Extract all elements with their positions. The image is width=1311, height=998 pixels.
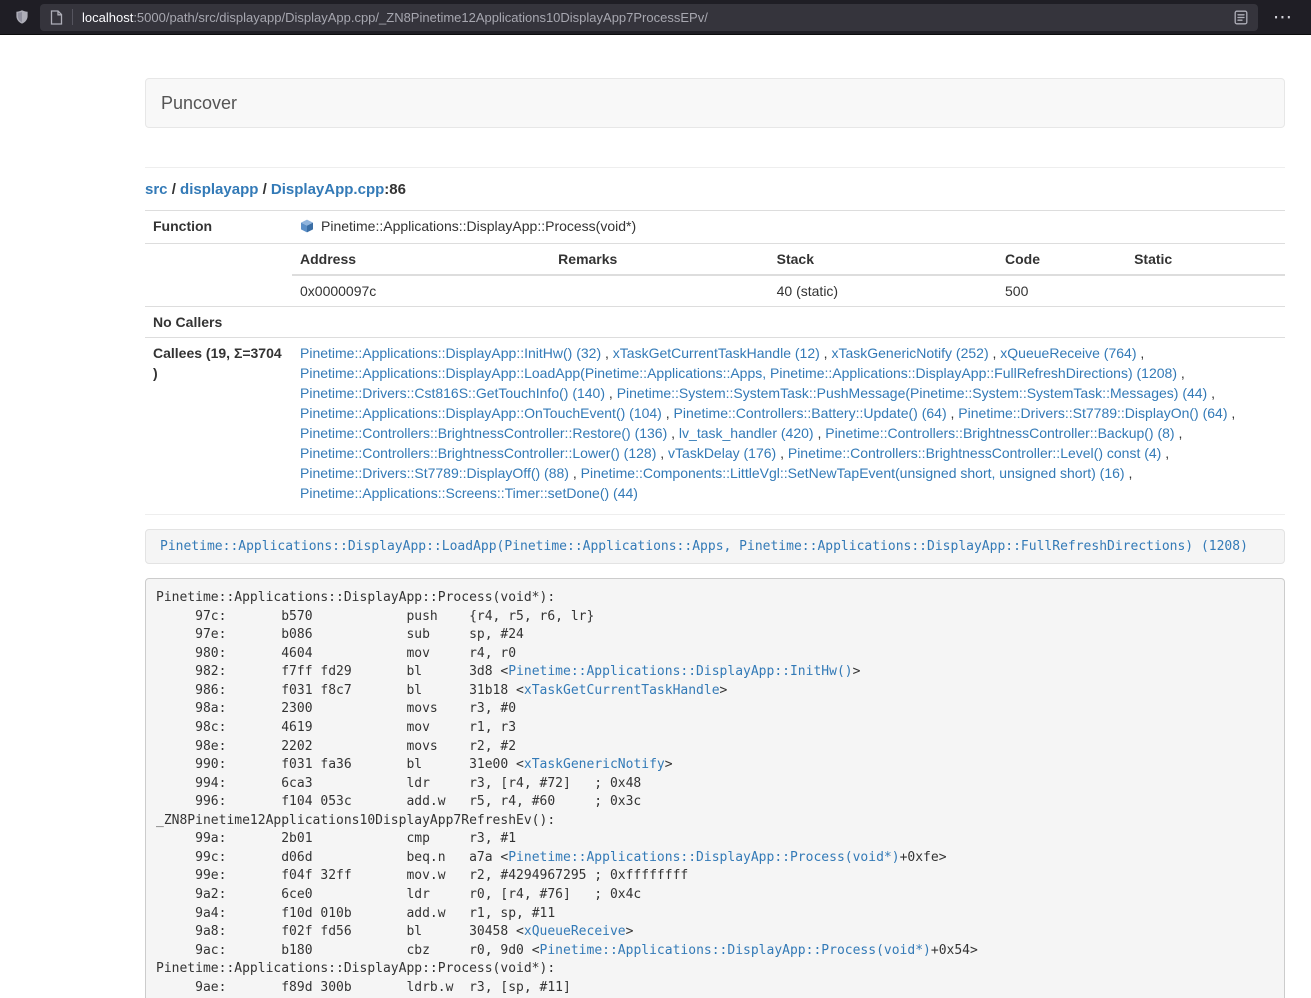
identity-separator bbox=[72, 9, 73, 25]
url-host: localhost bbox=[82, 10, 133, 25]
callee-link[interactable]: Pinetime::Applications::DisplayApp::OnTo… bbox=[300, 405, 662, 421]
callee-link[interactable]: xQueueReceive (764) bbox=[1000, 345, 1136, 361]
code-value: 500 bbox=[997, 275, 1126, 306]
breadcrumb-link[interactable]: src bbox=[145, 181, 168, 198]
overflow-menu-icon[interactable]: ⋯ bbox=[1268, 8, 1297, 27]
divider bbox=[145, 514, 1285, 515]
callees-label: Callees (19, Σ=3704 ) bbox=[145, 338, 292, 509]
column-header-static: Static bbox=[1126, 244, 1285, 275]
breadcrumb-line-number: :86 bbox=[384, 181, 406, 198]
code-symbol-link[interactable]: Pinetime::Applications::DisplayApp::Proc… bbox=[540, 943, 931, 958]
breadcrumb: src / displayapp / DisplayApp.cpp:86 bbox=[145, 181, 1285, 199]
no-callers-label: No Callers bbox=[145, 307, 292, 338]
main-content: Puncover src / displayapp / DisplayApp.c… bbox=[145, 78, 1285, 998]
disassembly-listing: Pinetime::Applications::DisplayApp::Proc… bbox=[145, 578, 1285, 998]
function-cube-icon bbox=[300, 218, 314, 238]
url-bar[interactable]: localhost:5000/path/src/displayapp/Displ… bbox=[40, 4, 1258, 31]
static-value bbox=[1126, 275, 1285, 306]
stack-value: 40 (static) bbox=[769, 275, 997, 306]
highlight-symbol-link[interactable]: Pinetime::Applications::DisplayApp::Load… bbox=[160, 539, 1248, 554]
callee-link[interactable]: Pinetime::System::SystemTask::PushMessag… bbox=[617, 385, 1208, 401]
breadcrumb-link[interactable]: DisplayApp.cpp bbox=[271, 181, 384, 198]
shield-icon[interactable] bbox=[14, 9, 30, 25]
callee-link[interactable]: xTaskGetCurrentTaskHandle (12) bbox=[613, 345, 820, 361]
callee-link[interactable]: Pinetime::Drivers::St7789::DisplayOn() (… bbox=[958, 405, 1227, 421]
code-symbol-link[interactable]: xTaskGetCurrentTaskHandle bbox=[524, 683, 720, 698]
code-symbol-link[interactable]: Pinetime::Applications::DisplayApp::Proc… bbox=[508, 850, 899, 865]
callee-link[interactable]: vTaskDelay (176) bbox=[668, 445, 776, 461]
callees-row: Callees (19, Σ=3704 ) Pinetime::Applicat… bbox=[145, 338, 1285, 509]
callee-link[interactable]: Pinetime::Drivers::St7789::DisplayOff() … bbox=[300, 465, 569, 481]
function-row: Function Pinetime::Applications::Display… bbox=[145, 211, 1285, 244]
url-text: localhost:5000/path/src/displayapp/Displ… bbox=[82, 10, 1225, 25]
symbol-table: Function Pinetime::Applications::Display… bbox=[145, 210, 1285, 508]
function-label: Function bbox=[145, 211, 292, 244]
address-value: 0x0000097c bbox=[292, 275, 550, 306]
breadcrumb-link[interactable]: displayapp bbox=[180, 181, 258, 198]
callee-link[interactable]: Pinetime::Controllers::Battery::Update()… bbox=[674, 405, 947, 421]
remarks-value bbox=[550, 275, 768, 306]
callee-link[interactable]: Pinetime::Controllers::BrightnessControl… bbox=[300, 445, 656, 461]
column-header-code: Code bbox=[997, 244, 1126, 275]
breadcrumb-separator: / bbox=[258, 181, 271, 198]
url-path: :5000/path/src/displayapp/DisplayApp.cpp… bbox=[133, 10, 708, 25]
app-header: Puncover bbox=[145, 78, 1285, 128]
code-symbol-link[interactable]: Pinetime::Applications::DisplayApp::Init… bbox=[508, 664, 852, 679]
details-row-spacer bbox=[145, 244, 292, 307]
callee-link[interactable]: lv_task_handler (420) bbox=[679, 425, 814, 441]
column-header-stack: Stack bbox=[769, 244, 997, 275]
app-brand[interactable]: Puncover bbox=[161, 93, 237, 114]
details-cell: AddressRemarksStackCodeStatic 0x0000097c… bbox=[292, 244, 1285, 307]
callee-link[interactable]: Pinetime::Controllers::BrightnessControl… bbox=[825, 425, 1174, 441]
no-callers-row: No Callers bbox=[145, 307, 1285, 338]
code-symbol-link[interactable]: xQueueReceive bbox=[524, 924, 626, 939]
details-table: AddressRemarksStackCodeStatic 0x0000097c… bbox=[292, 244, 1285, 306]
column-header-address: Address bbox=[292, 244, 550, 275]
callee-link[interactable]: Pinetime::Applications::DisplayApp::Load… bbox=[300, 365, 1177, 381]
callee-link[interactable]: Pinetime::Controllers::BrightnessControl… bbox=[300, 425, 667, 441]
code-symbol-link[interactable]: xTaskGenericNotify bbox=[524, 757, 665, 772]
page-info-icon[interactable] bbox=[50, 10, 63, 25]
callees-cell: Pinetime::Applications::DisplayApp::Init… bbox=[292, 338, 1285, 509]
callee-link[interactable]: Pinetime::Drivers::Cst816S::GetTouchInfo… bbox=[300, 385, 605, 401]
function-name: Pinetime::Applications::DisplayApp::Proc… bbox=[321, 218, 636, 234]
callee-link[interactable]: Pinetime::Controllers::BrightnessControl… bbox=[788, 445, 1161, 461]
callee-link[interactable]: Pinetime::Applications::Screens::Timer::… bbox=[300, 485, 638, 501]
function-name-cell: Pinetime::Applications::DisplayApp::Proc… bbox=[292, 211, 1285, 244]
highlight-box: Pinetime::Applications::DisplayApp::Load… bbox=[145, 529, 1285, 564]
callee-link[interactable]: xTaskGenericNotify (252) bbox=[831, 345, 988, 361]
browser-toolbar: localhost:5000/path/src/displayapp/Displ… bbox=[0, 0, 1311, 35]
callee-link[interactable]: Pinetime::Applications::DisplayApp::Init… bbox=[300, 345, 601, 361]
reader-mode-icon[interactable] bbox=[1234, 10, 1248, 25]
no-callers-cell bbox=[292, 307, 1285, 338]
details-values-row: 0x0000097c 40 (static) 500 bbox=[292, 275, 1285, 306]
details-row: AddressRemarksStackCodeStatic 0x0000097c… bbox=[145, 244, 1285, 307]
details-columns-row: AddressRemarksStackCodeStatic bbox=[292, 244, 1285, 275]
divider bbox=[145, 167, 1285, 168]
column-header-remarks: Remarks bbox=[550, 244, 768, 275]
callee-link[interactable]: Pinetime::Components::LittleVgl::SetNewT… bbox=[581, 465, 1125, 481]
breadcrumb-separator: / bbox=[168, 181, 181, 198]
